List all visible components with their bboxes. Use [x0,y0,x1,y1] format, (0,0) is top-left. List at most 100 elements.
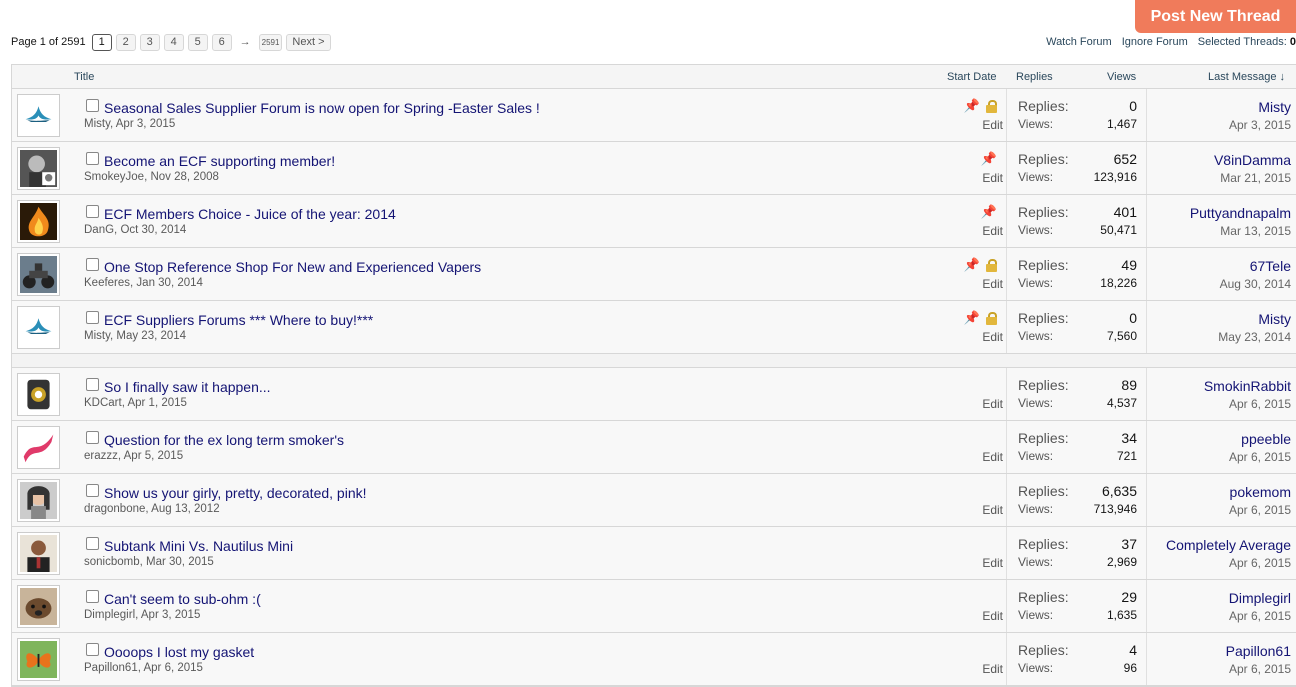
thread-start-date[interactable]: Apr 3, 2015 [116,118,175,130]
thread-select-checkbox[interactable] [86,378,99,391]
avatar[interactable] [17,532,60,575]
edit-thread-link[interactable]: Edit [982,503,1003,517]
thread-author-link[interactable]: dragonbone [84,503,145,515]
sort-replies[interactable]: Replies [1016,71,1053,83]
thread-title-link[interactable]: Become an ECF supporting member! [104,153,335,169]
thread-start-date[interactable]: Mar 30, 2015 [146,556,214,568]
last-message-date-link[interactable]: Apr 6, 2015 [1229,503,1291,517]
sort-last-message[interactable]: Last Message ↓ [1208,71,1285,83]
avatar[interactable] [17,638,60,681]
edit-thread-link[interactable]: Edit [982,397,1003,411]
last-message-date-link[interactable]: May 23, 2014 [1218,330,1291,344]
thread-author-link[interactable]: Dimplegirl [84,609,135,621]
thread-select-checkbox[interactable] [86,484,99,497]
thread-start-date[interactable]: Nov 28, 2008 [150,171,218,183]
thread-start-date[interactable]: Apr 6, 2015 [143,662,202,674]
thread-title-link[interactable]: Oooops I lost my gasket [104,644,254,660]
last-message-user-link[interactable]: Puttyandnapalm [1190,205,1291,221]
page-skip-arrow[interactable]: → [240,36,251,48]
last-message-date-link[interactable]: Apr 6, 2015 [1166,556,1291,570]
last-message-user-link[interactable]: pokemom [1229,484,1291,500]
thread-title-link[interactable]: ECF Suppliers Forums *** Where to buy!**… [104,312,373,328]
thread-title-link[interactable]: Show us your girly, pretty, decorated, p… [104,485,367,501]
last-message-user-link[interactable]: ppeeble [1229,431,1291,447]
thread-select-checkbox[interactable] [86,99,99,112]
thread-title-link[interactable]: One Stop Reference Shop For New and Expe… [104,259,481,275]
thread-start-date[interactable]: Aug 13, 2012 [151,503,219,515]
edit-thread-link[interactable]: Edit [982,118,1003,132]
last-message-user-link[interactable]: 67Tele [1220,258,1291,274]
last-message-date-link[interactable]: Apr 6, 2015 [1226,662,1291,676]
last-message-date-link[interactable]: Apr 6, 2015 [1204,397,1291,411]
thread-author-link[interactable]: DanG [84,224,114,236]
thread-select-checkbox[interactable] [86,205,99,218]
last-message-date-link[interactable]: Aug 30, 2014 [1220,277,1291,291]
last-message-user-link[interactable]: Papillon61 [1226,643,1291,659]
last-message-user-link[interactable]: Misty [1229,99,1291,115]
page-3-link[interactable]: 3 [139,33,160,51]
avatar[interactable] [17,585,60,628]
thread-author-link[interactable]: Misty [84,118,110,130]
last-message-user-link[interactable]: Misty [1218,311,1291,327]
edit-thread-link[interactable]: Edit [982,609,1003,623]
last-page-link[interactable]: 2591 [258,33,283,51]
thread-start-date[interactable]: May 23, 2014 [116,330,186,342]
thread-start-date[interactable]: Oct 30, 2014 [120,224,186,236]
page-4-link[interactable]: 4 [163,33,184,51]
last-message-user-link[interactable]: Completely Average [1166,537,1291,553]
thread-select-checkbox[interactable] [86,590,99,603]
last-message-date-link[interactable]: Mar 13, 2015 [1190,224,1291,238]
thread-title-link[interactable]: Subtank Mini Vs. Nautilus Mini [104,538,293,554]
thread-title-link[interactable]: Seasonal Sales Supplier Forum is now ope… [104,100,540,116]
last-message-user-link[interactable]: Dimplegirl [1229,590,1291,606]
post-new-thread-button[interactable]: Post New Thread [1135,0,1296,33]
thread-start-date[interactable]: Apr 1, 2015 [127,397,186,409]
last-message-date-link[interactable]: Apr 6, 2015 [1229,450,1291,464]
edit-thread-link[interactable]: Edit [982,450,1003,464]
thread-select-checkbox[interactable] [86,311,99,324]
edit-thread-link[interactable]: Edit [982,171,1003,185]
next-page-link[interactable]: Next > [286,33,331,51]
last-message-user-link[interactable]: SmokinRabbit [1204,378,1291,394]
thread-select-checkbox[interactable] [86,537,99,550]
thread-author-link[interactable]: KDCart [84,397,122,409]
ignore-forum-link[interactable]: Ignore Forum [1122,36,1188,48]
page-1-link[interactable]: 1 [91,33,112,51]
selected-threads-link[interactable]: Selected Threads: 0 [1198,36,1296,48]
last-message-date-link[interactable]: Mar 21, 2015 [1214,171,1291,185]
avatar[interactable] [17,479,60,522]
avatar[interactable] [17,200,60,243]
sort-views[interactable]: Views [1107,71,1136,83]
avatar[interactable] [17,373,60,416]
page-5-link[interactable]: 5 [187,33,208,51]
avatar[interactable] [17,426,60,469]
edit-thread-link[interactable]: Edit [982,556,1003,570]
thread-author-link[interactable]: Misty [84,330,110,342]
avatar[interactable] [17,94,60,137]
thread-start-date[interactable]: Apr 5, 2015 [124,450,183,462]
thread-author-link[interactable]: Papillon61 [84,662,138,674]
thread-select-checkbox[interactable] [86,258,99,271]
thread-title-link[interactable]: Can't seem to sub-ohm :( [104,591,261,607]
thread-author-link[interactable]: Keeferes [84,277,130,289]
avatar[interactable] [17,147,60,190]
sort-title[interactable]: Title [74,71,94,83]
thread-title-link[interactable]: ECF Members Choice - Juice of the year: … [104,206,396,222]
avatar[interactable] [17,306,60,349]
last-message-date-link[interactable]: Apr 6, 2015 [1229,609,1291,623]
avatar[interactable] [17,253,60,296]
last-message-user-link[interactable]: V8inDamma [1214,152,1291,168]
thread-start-date[interactable]: Apr 3, 2015 [141,609,200,621]
last-message-date-link[interactable]: Apr 3, 2015 [1229,118,1291,132]
edit-thread-link[interactable]: Edit [982,224,1003,238]
page-6-link[interactable]: 6 [211,33,232,51]
thread-author-link[interactable]: SmokeyJoe [84,171,144,183]
thread-author-link[interactable]: erazzz [84,450,118,462]
thread-select-checkbox[interactable] [86,431,99,444]
thread-start-date[interactable]: Jan 30, 2014 [136,277,203,289]
edit-thread-link[interactable]: Edit [982,662,1003,676]
page-2-link[interactable]: 2 [115,33,136,51]
edit-thread-link[interactable]: Edit [982,277,1003,291]
watch-forum-link[interactable]: Watch Forum [1046,36,1112,48]
edit-thread-link[interactable]: Edit [982,330,1003,344]
